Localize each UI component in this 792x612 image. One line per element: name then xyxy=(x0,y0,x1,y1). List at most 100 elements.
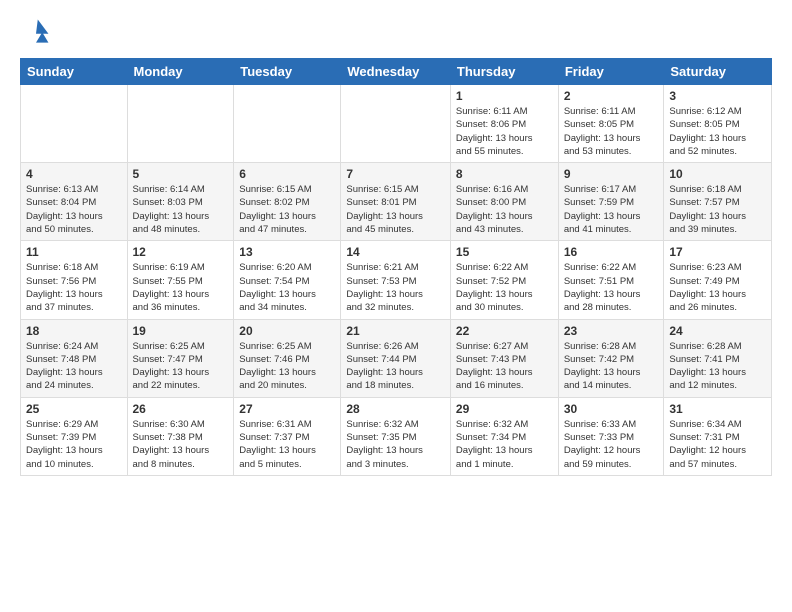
day-number: 18 xyxy=(26,324,122,338)
day-info: Sunrise: 6:25 AM Sunset: 7:46 PM Dayligh… xyxy=(239,340,335,393)
day-cell: 19Sunrise: 6:25 AM Sunset: 7:47 PM Dayli… xyxy=(127,319,234,397)
day-number: 12 xyxy=(133,245,229,259)
day-number: 24 xyxy=(669,324,766,338)
col-header-monday: Monday xyxy=(127,59,234,85)
day-cell xyxy=(127,85,234,163)
day-cell: 12Sunrise: 6:19 AM Sunset: 7:55 PM Dayli… xyxy=(127,241,234,319)
day-number: 20 xyxy=(239,324,335,338)
header xyxy=(20,16,772,48)
day-cell: 5 Sunrise: 6:14 AM Sunset: 8:03 PM Daylig… xyxy=(127,163,234,241)
day-number: 15 xyxy=(456,245,553,259)
day-info: Sunrise: 6:17 AM Sunset: 7:59 PM Dayligh… xyxy=(564,183,659,236)
day-info: Sunrise: 6:20 AM Sunset: 7:54 PM Dayligh… xyxy=(239,261,335,314)
day-number: 27 xyxy=(239,402,335,416)
day-cell: 16 Sunrise: 6:22 AM Sunset: 7:51 PM Dayli… xyxy=(558,241,664,319)
day-info: Sunrise: 6:33 AM Sunset: 7:33 PM Dayligh… xyxy=(564,418,659,471)
day-number: 13 xyxy=(239,245,335,259)
day-info: Sunrise: 6:27 AM Sunset: 7:43 PM Dayligh… xyxy=(456,340,553,393)
day-cell: 10 Sunrise: 6:18 AM Sunset: 7:57 PM Dayli… xyxy=(664,163,772,241)
day-number: 31 xyxy=(669,402,766,416)
day-info: Sunrise: 6:32 AM Sunset: 7:35 PM Dayligh… xyxy=(346,418,445,471)
day-info: Sunrise: 6:18 AM Sunset: 7:56 PM Dayligh… xyxy=(26,261,122,314)
day-number: 1 xyxy=(456,89,553,103)
logo-icon xyxy=(20,16,52,48)
day-number: 8 xyxy=(456,167,553,181)
day-cell: 6Sunrise: 6:15 AM Sunset: 8:02 PM Daylig… xyxy=(234,163,341,241)
day-cell: 24 Sunrise: 6:28 AM Sunset: 7:41 PM Dayli… xyxy=(664,319,772,397)
day-info: Sunrise: 6:32 AM Sunset: 7:34 PM Dayligh… xyxy=(456,418,553,471)
day-info: Sunrise: 6:26 AM Sunset: 7:44 PM Dayligh… xyxy=(346,340,445,393)
day-number: 3 xyxy=(669,89,766,103)
day-cell: 23Sunrise: 6:28 AM Sunset: 7:42 PM Dayli… xyxy=(558,319,664,397)
page: SundayMondayTuesdayWednesdayThursdayFrid… xyxy=(0,0,792,612)
day-info: Sunrise: 6:11 AM Sunset: 8:06 PM Dayligh… xyxy=(456,105,553,158)
day-number: 26 xyxy=(133,402,229,416)
day-cell xyxy=(21,85,128,163)
day-number: 2 xyxy=(564,89,659,103)
day-cell: 1 Sunrise: 6:11 AM Sunset: 8:06 PM Daylig… xyxy=(450,85,558,163)
day-cell: 14 Sunrise: 6:21 AM Sunset: 7:53 PM Dayli… xyxy=(341,241,451,319)
day-cell xyxy=(234,85,341,163)
day-info: Sunrise: 6:29 AM Sunset: 7:39 PM Dayligh… xyxy=(26,418,122,471)
day-number: 22 xyxy=(456,324,553,338)
day-info: Sunrise: 6:21 AM Sunset: 7:53 PM Dayligh… xyxy=(346,261,445,314)
day-info: Sunrise: 6:15 AM Sunset: 8:02 PM Dayligh… xyxy=(239,183,335,236)
col-header-friday: Friday xyxy=(558,59,664,85)
day-cell: 9 Sunrise: 6:17 AM Sunset: 7:59 PM Daylig… xyxy=(558,163,664,241)
day-number: 4 xyxy=(26,167,122,181)
day-info: Sunrise: 6:14 AM Sunset: 8:03 PM Dayligh… xyxy=(133,183,229,236)
day-cell xyxy=(341,85,451,163)
day-number: 17 xyxy=(669,245,766,259)
day-info: Sunrise: 6:12 AM Sunset: 8:05 PM Dayligh… xyxy=(669,105,766,158)
day-cell: 15 Sunrise: 6:22 AM Sunset: 7:52 PM Dayli… xyxy=(450,241,558,319)
day-number: 16 xyxy=(564,245,659,259)
day-cell: 13 Sunrise: 6:20 AM Sunset: 7:54 PM Dayli… xyxy=(234,241,341,319)
day-number: 30 xyxy=(564,402,659,416)
day-info: Sunrise: 6:23 AM Sunset: 7:49 PM Dayligh… xyxy=(669,261,766,314)
col-header-thursday: Thursday xyxy=(450,59,558,85)
day-number: 9 xyxy=(564,167,659,181)
day-cell: 7Sunrise: 6:15 AM Sunset: 8:01 PM Daylig… xyxy=(341,163,451,241)
day-info: Sunrise: 6:34 AM Sunset: 7:31 PM Dayligh… xyxy=(669,418,766,471)
day-cell: 11 Sunrise: 6:18 AM Sunset: 7:56 PM Dayli… xyxy=(21,241,128,319)
day-info: Sunrise: 6:16 AM Sunset: 8:00 PM Dayligh… xyxy=(456,183,553,236)
day-info: Sunrise: 6:11 AM Sunset: 8:05 PM Dayligh… xyxy=(564,105,659,158)
week-row-2: 11 Sunrise: 6:18 AM Sunset: 7:56 PM Dayli… xyxy=(21,241,772,319)
day-info: Sunrise: 6:22 AM Sunset: 7:52 PM Dayligh… xyxy=(456,261,553,314)
day-info: Sunrise: 6:31 AM Sunset: 7:37 PM Dayligh… xyxy=(239,418,335,471)
day-info: Sunrise: 6:15 AM Sunset: 8:01 PM Dayligh… xyxy=(346,183,445,236)
day-info: Sunrise: 6:24 AM Sunset: 7:48 PM Dayligh… xyxy=(26,340,122,393)
day-number: 11 xyxy=(26,245,122,259)
week-row-1: 4 Sunrise: 6:13 AM Sunset: 8:04 PM Daylig… xyxy=(21,163,772,241)
day-cell: 3 Sunrise: 6:12 AM Sunset: 8:05 PM Daylig… xyxy=(664,85,772,163)
day-cell: 29Sunrise: 6:32 AM Sunset: 7:34 PM Dayli… xyxy=(450,397,558,475)
day-cell: 30 Sunrise: 6:33 AM Sunset: 7:33 PM Dayli… xyxy=(558,397,664,475)
col-header-tuesday: Tuesday xyxy=(234,59,341,85)
day-cell: 22 Sunrise: 6:27 AM Sunset: 7:43 PM Dayli… xyxy=(450,319,558,397)
day-cell: 26 Sunrise: 6:30 AM Sunset: 7:38 PM Dayli… xyxy=(127,397,234,475)
col-header-wednesday: Wednesday xyxy=(341,59,451,85)
day-cell: 25 Sunrise: 6:29 AM Sunset: 7:39 PM Dayli… xyxy=(21,397,128,475)
day-number: 23 xyxy=(564,324,659,338)
day-info: Sunrise: 6:13 AM Sunset: 8:04 PM Dayligh… xyxy=(26,183,122,236)
day-number: 19 xyxy=(133,324,229,338)
calendar-body: 1 Sunrise: 6:11 AM Sunset: 8:06 PM Daylig… xyxy=(21,85,772,476)
day-cell: 31 Sunrise: 6:34 AM Sunset: 7:31 PM Dayli… xyxy=(664,397,772,475)
logo xyxy=(20,16,56,48)
day-cell: 27 Sunrise: 6:31 AM Sunset: 7:37 PM Dayli… xyxy=(234,397,341,475)
day-info: Sunrise: 6:22 AM Sunset: 7:51 PM Dayligh… xyxy=(564,261,659,314)
header-row: SundayMondayTuesdayWednesdayThursdayFrid… xyxy=(21,59,772,85)
day-number: 10 xyxy=(669,167,766,181)
col-header-saturday: Saturday xyxy=(664,59,772,85)
day-number: 25 xyxy=(26,402,122,416)
day-info: Sunrise: 6:30 AM Sunset: 7:38 PM Dayligh… xyxy=(133,418,229,471)
day-cell: 17 Sunrise: 6:23 AM Sunset: 7:49 PM Dayli… xyxy=(664,241,772,319)
day-number: 5 xyxy=(133,167,229,181)
day-cell: 4 Sunrise: 6:13 AM Sunset: 8:04 PM Daylig… xyxy=(21,163,128,241)
day-cell: 20 Sunrise: 6:25 AM Sunset: 7:46 PM Dayli… xyxy=(234,319,341,397)
day-info: Sunrise: 6:18 AM Sunset: 7:57 PM Dayligh… xyxy=(669,183,766,236)
day-info: Sunrise: 6:28 AM Sunset: 7:41 PM Dayligh… xyxy=(669,340,766,393)
day-number: 28 xyxy=(346,402,445,416)
day-number: 14 xyxy=(346,245,445,259)
day-cell: 21Sunrise: 6:26 AM Sunset: 7:44 PM Dayli… xyxy=(341,319,451,397)
